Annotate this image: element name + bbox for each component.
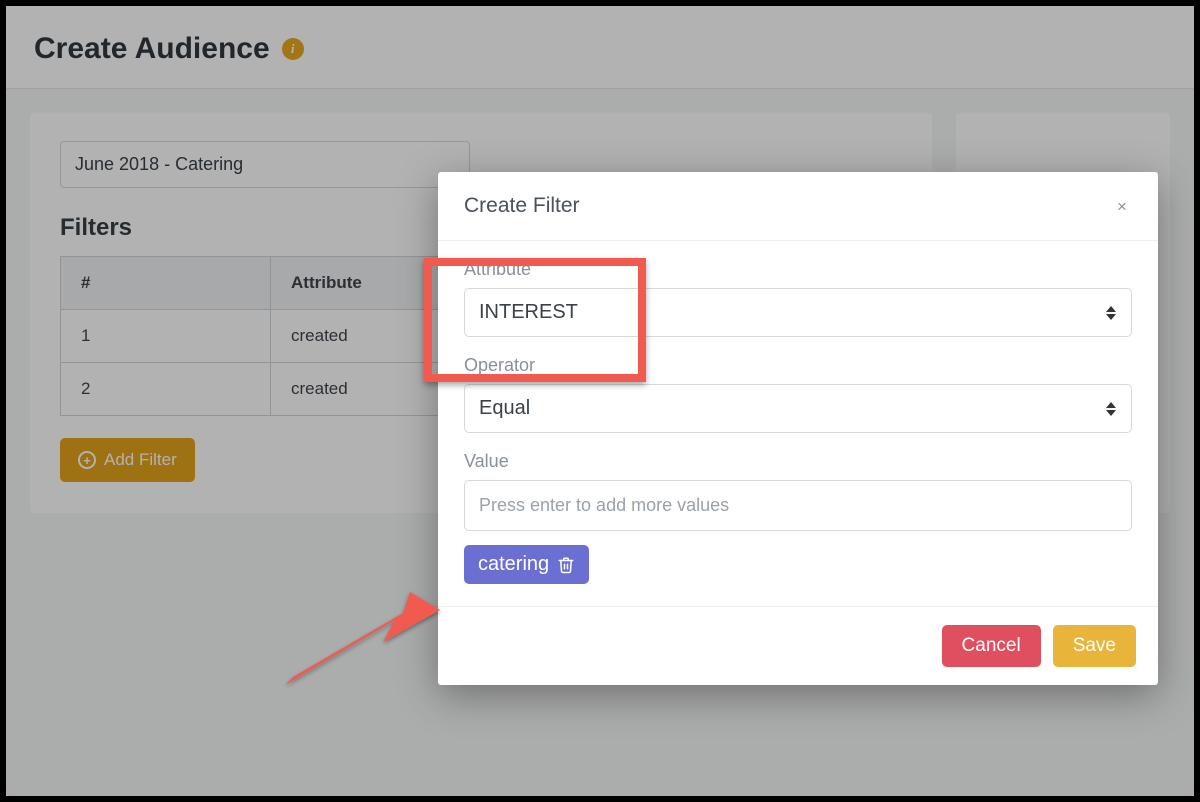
chevron-updown-icon <box>1105 400 1117 418</box>
trash-icon <box>557 556 575 574</box>
modal-body: Attribute INTEREST Operator Equal Value … <box>438 241 1158 607</box>
cancel-button[interactable]: Cancel <box>942 625 1041 667</box>
modal-header: Create Filter × <box>438 172 1158 241</box>
create-filter-modal: Create Filter × Attribute INTEREST Opera… <box>438 172 1158 685</box>
value-tag-label: catering <box>478 553 549 576</box>
value-tag[interactable]: catering <box>464 545 589 584</box>
attribute-value: INTEREST <box>465 289 1131 336</box>
close-icon[interactable]: × <box>1112 196 1132 216</box>
attribute-group: Attribute INTEREST <box>464 259 1132 337</box>
value-input[interactable] <box>464 480 1132 531</box>
operator-value: Equal <box>465 385 1131 432</box>
operator-label: Operator <box>464 355 1132 376</box>
value-group: Value catering <box>464 451 1132 584</box>
chevron-updown-icon <box>1105 304 1117 322</box>
operator-group: Operator Equal <box>464 355 1132 433</box>
attribute-label: Attribute <box>464 259 1132 280</box>
operator-select[interactable]: Equal <box>464 384 1132 433</box>
modal-footer: Cancel Save <box>438 607 1158 685</box>
attribute-select[interactable]: INTEREST <box>464 288 1132 337</box>
modal-title: Create Filter <box>464 194 580 218</box>
save-button[interactable]: Save <box>1053 625 1136 667</box>
value-label: Value <box>464 451 1132 472</box>
